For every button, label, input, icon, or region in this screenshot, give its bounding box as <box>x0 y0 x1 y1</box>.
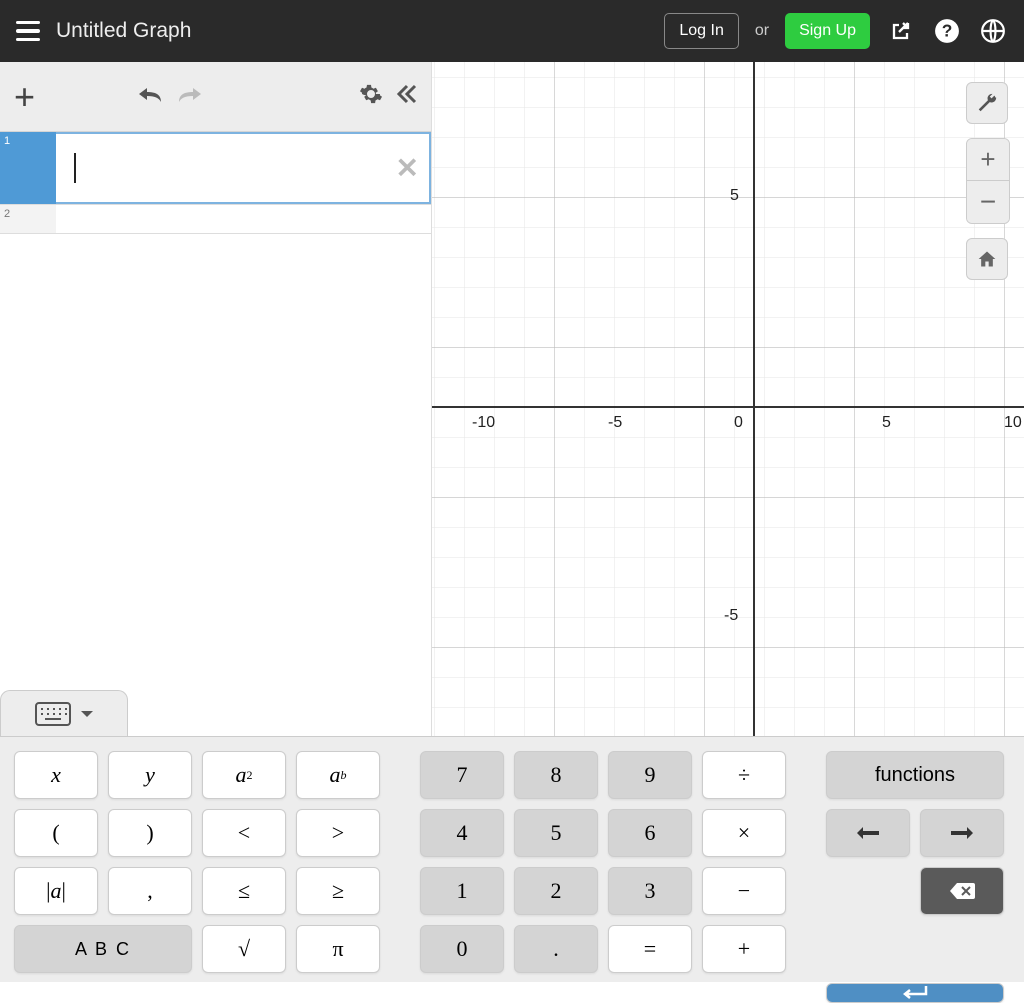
key-backspace[interactable] <box>920 867 1004 915</box>
expression-input-wrap[interactable] <box>56 205 431 233</box>
key-equals[interactable]: = <box>608 925 692 973</box>
key-arrow-right[interactable] <box>920 809 1004 857</box>
key-functions[interactable]: functions <box>826 751 1004 799</box>
key-9[interactable]: 9 <box>608 751 692 799</box>
zoom-out-button[interactable]: − <box>967 181 1009 223</box>
login-button[interactable]: Log In <box>664 13 738 49</box>
chevron-down-icon <box>80 709 94 719</box>
redo-button[interactable] <box>175 83 205 111</box>
key-rparen[interactable]: ) <box>108 809 192 857</box>
expressions-panel: + 1 ✕ <box>0 62 432 736</box>
key-8[interactable]: 8 <box>514 751 598 799</box>
key-3[interactable]: 3 <box>608 867 692 915</box>
key-abc[interactable]: A B C <box>14 925 192 973</box>
keyboard-functions-section: functions <box>826 751 1004 968</box>
language-icon[interactable] <box>978 16 1008 46</box>
keyboard-toggle[interactable] <box>0 690 128 736</box>
key-abs[interactable]: |a| <box>14 867 98 915</box>
svg-text:?: ? <box>942 20 953 40</box>
key-minus[interactable]: − <box>702 867 786 915</box>
graph-controls: + − <box>966 82 1010 280</box>
key-lparen[interactable]: ( <box>14 809 98 857</box>
key-square[interactable]: a2 <box>202 751 286 799</box>
delete-expression-icon[interactable]: ✕ <box>396 152 419 185</box>
keyboard-numpad-section: 7 8 9 ÷ 4 5 6 × 1 2 3 − 0 . = + <box>420 751 786 968</box>
text-cursor <box>74 153 76 183</box>
key-y[interactable]: y <box>108 751 192 799</box>
settings-icon[interactable] <box>359 82 383 112</box>
y-tick-label: 5 <box>730 187 739 205</box>
key-le[interactable]: ≤ <box>202 867 286 915</box>
key-enter[interactable] <box>826 983 1004 1003</box>
key-pi[interactable]: π <box>296 925 380 973</box>
main-area: + 1 ✕ <box>0 62 1024 736</box>
x-tick-label: 0 <box>734 414 743 432</box>
help-icon[interactable]: ? <box>932 16 962 46</box>
keyboard-vars-section: x y a2 ab ( ) < > |a| , ≤ ≥ A B C √ π <box>14 751 380 968</box>
or-text: or <box>755 22 769 40</box>
key-lt[interactable]: < <box>202 809 286 857</box>
share-icon[interactable] <box>886 16 916 46</box>
key-arrow-left[interactable] <box>826 809 910 857</box>
key-power[interactable]: ab <box>296 751 380 799</box>
coordinate-grid <box>432 62 1024 736</box>
wrench-icon[interactable] <box>966 82 1008 124</box>
collapse-panel-icon[interactable] <box>393 82 417 112</box>
add-expression-button[interactable]: + <box>14 79 35 115</box>
key-6[interactable]: 6 <box>608 809 692 857</box>
key-5[interactable]: 5 <box>514 809 598 857</box>
key-decimal[interactable]: . <box>514 925 598 973</box>
key-x[interactable]: x <box>14 751 98 799</box>
x-tick-label: -10 <box>472 414 495 432</box>
expression-row-2[interactable]: 2 <box>0 205 431 234</box>
key-0[interactable]: 0 <box>420 925 504 973</box>
key-sqrt[interactable]: √ <box>202 925 286 973</box>
virtual-keyboard: x y a2 ab ( ) < > |a| , ≤ ≥ A B C √ π 7 … <box>0 736 1024 982</box>
key-4[interactable]: 4 <box>420 809 504 857</box>
expression-row-1[interactable]: 1 ✕ <box>0 132 431 205</box>
graph-title[interactable]: Untitled Graph <box>56 19 191 43</box>
key-2[interactable]: 2 <box>514 867 598 915</box>
key-comma[interactable]: , <box>108 867 192 915</box>
expression-input-wrap[interactable]: ✕ <box>56 132 431 204</box>
header: Untitled Graph Log In or Sign Up ? <box>0 0 1024 62</box>
zoom-in-button[interactable]: + <box>967 139 1009 181</box>
key-multiply[interactable]: × <box>702 809 786 857</box>
x-tick-label: 5 <box>882 414 891 432</box>
x-tick-label: -5 <box>608 414 622 432</box>
key-plus[interactable]: + <box>702 925 786 973</box>
key-1[interactable]: 1 <box>420 867 504 915</box>
undo-button[interactable] <box>135 83 165 111</box>
home-button[interactable] <box>966 238 1008 280</box>
expression-index[interactable]: 1 <box>0 132 56 204</box>
expression-index[interactable]: 2 <box>0 205 56 233</box>
key-ge[interactable]: ≥ <box>296 867 380 915</box>
menu-icon[interactable] <box>16 21 40 42</box>
x-tick-label: 10 <box>1004 414 1022 432</box>
key-divide[interactable]: ÷ <box>702 751 786 799</box>
key-7[interactable]: 7 <box>420 751 504 799</box>
signup-button[interactable]: Sign Up <box>785 13 870 49</box>
y-tick-label: -5 <box>724 607 738 625</box>
graph-canvas[interactable]: -10 -5 0 5 10 5 -5 + − <box>432 62 1024 736</box>
expressions-toolbar: + <box>0 62 431 132</box>
key-gt[interactable]: > <box>296 809 380 857</box>
